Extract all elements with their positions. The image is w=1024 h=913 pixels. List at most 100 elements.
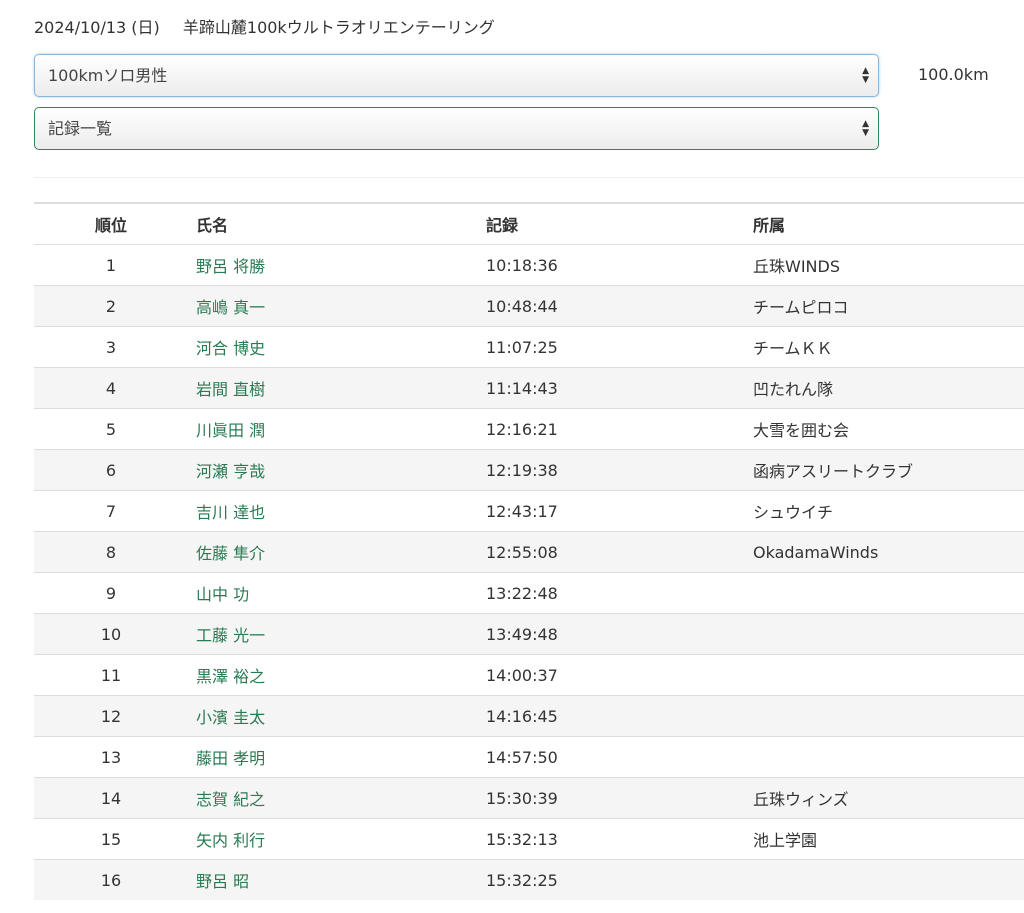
club-cell: シュウイチ <box>745 490 1024 532</box>
runner-name-link[interactable]: 岩間 直樹 <box>196 380 265 399</box>
category-select-value: 100kmソロ男性 <box>48 66 168 85</box>
name-cell: 小濱 圭太 <box>188 695 477 737</box>
rank-cell: 11 <box>34 654 188 696</box>
name-cell: 吉川 達也 <box>188 490 477 532</box>
name-cell: 高嶋 真一 <box>188 285 477 327</box>
name-cell: 岩間 直樹 <box>188 367 477 409</box>
name-cell: 工藤 光一 <box>188 613 477 655</box>
club-cell <box>745 654 1024 696</box>
event-header: 2024/10/13 (日) 羊蹄山麓100kウルトラオリエンテーリング <box>34 14 495 38</box>
runner-name-link[interactable]: 野呂 将勝 <box>196 257 265 276</box>
name-cell: 川眞田 潤 <box>188 408 477 450</box>
name-cell: 黒澤 裕之 <box>188 654 477 696</box>
runner-name-link[interactable]: 黒澤 裕之 <box>196 667 265 686</box>
table-row: 9 山中 功 13:22:48 <box>34 572 1024 614</box>
runner-name-link[interactable]: 河瀬 亨哉 <box>196 462 265 481</box>
club-cell <box>745 613 1024 655</box>
name-cell: 志賀 紀之 <box>188 777 477 819</box>
table-row: 11 黒澤 裕之 14:00:37 <box>34 654 1024 696</box>
view-select[interactable]: 記録一覧 ▲ ▼ <box>34 107 879 150</box>
club-cell: 大雪を囲む会 <box>745 408 1024 450</box>
runner-name-link[interactable]: 山中 功 <box>196 585 249 604</box>
runner-name-link[interactable]: 野呂 昭 <box>196 872 249 891</box>
header-time: 記録 <box>477 202 745 245</box>
time-cell: 14:00:37 <box>477 654 745 696</box>
header-club: 所属 <box>745 202 1024 245</box>
runner-name-link[interactable]: 矢内 利行 <box>196 831 265 850</box>
table-row: 12 小濱 圭太 14:16:45 <box>34 695 1024 737</box>
time-cell: 13:49:48 <box>477 613 745 655</box>
club-cell <box>745 572 1024 614</box>
runner-name-link[interactable]: 川眞田 潤 <box>196 421 265 440</box>
event-name: 羊蹄山麓100kウルトラオリエンテーリング <box>182 18 495 37</box>
time-cell: 12:55:08 <box>477 531 745 573</box>
time-cell: 10:48:44 <box>477 285 745 327</box>
time-cell: 12:16:21 <box>477 408 745 450</box>
name-cell: 矢内 利行 <box>188 818 477 860</box>
results-table: 順位 氏名 記録 所属 1 野呂 将勝 10:18:36 丘珠WINDS 2 高嶋 真一 1… <box>34 202 1024 900</box>
runner-name-link[interactable]: 工藤 光一 <box>196 626 265 645</box>
club-cell <box>745 859 1024 900</box>
runner-name-link[interactable]: 河合 博史 <box>196 339 265 358</box>
rank-cell: 6 <box>34 449 188 491</box>
view-select-value: 記録一覧 <box>48 119 113 138</box>
event-date: 2024/10/13 (日) <box>34 18 160 37</box>
name-cell: 河瀬 亨哉 <box>188 449 477 491</box>
rank-cell: 8 <box>34 531 188 573</box>
rank-cell: 5 <box>34 408 188 450</box>
time-cell: 11:07:25 <box>477 326 745 368</box>
time-cell: 13:22:48 <box>477 572 745 614</box>
table-row: 13 藤田 孝明 14:57:50 <box>34 736 1024 778</box>
table-row: 3 河合 博史 11:07:25 チームＫＫ <box>34 326 1024 368</box>
table-row: 1 野呂 将勝 10:18:36 丘珠WINDS <box>34 244 1024 286</box>
time-cell: 14:16:45 <box>477 695 745 737</box>
time-cell: 15:30:39 <box>477 777 745 819</box>
runner-name-link[interactable]: 佐藤 隼介 <box>196 544 265 563</box>
header-name: 氏名 <box>188 202 477 245</box>
time-cell: 14:57:50 <box>477 736 745 778</box>
time-cell: 15:32:25 <box>477 859 745 900</box>
table-header-row: 順位 氏名 記録 所属 <box>34 202 1024 245</box>
club-cell <box>745 695 1024 737</box>
name-cell: 佐藤 隼介 <box>188 531 477 573</box>
club-cell: 丘珠ウィンズ <box>745 777 1024 819</box>
select-arrows-icon: ▲ ▼ <box>862 118 869 138</box>
results-body: 1 野呂 将勝 10:18:36 丘珠WINDS 2 高嶋 真一 10:48:44 チームピロ… <box>34 244 1024 900</box>
rank-cell: 13 <box>34 736 188 778</box>
name-cell: 野呂 将勝 <box>188 244 477 286</box>
club-cell <box>745 736 1024 778</box>
time-cell: 12:19:38 <box>477 449 745 491</box>
table-row: 10 工藤 光一 13:49:48 <box>34 613 1024 655</box>
time-cell: 10:18:36 <box>477 244 745 286</box>
table-row: 8 佐藤 隼介 12:55:08 OkadamaWinds <box>34 531 1024 573</box>
runner-name-link[interactable]: 志賀 紀之 <box>196 790 265 809</box>
header-rank: 順位 <box>34 202 188 245</box>
rank-cell: 4 <box>34 367 188 409</box>
table-row: 14 志賀 紀之 15:30:39 丘珠ウィンズ <box>34 777 1024 819</box>
table-row: 16 野呂 昭 15:32:25 <box>34 859 1024 900</box>
rank-cell: 9 <box>34 572 188 614</box>
table-row: 15 矢内 利行 15:32:13 池上学園 <box>34 818 1024 860</box>
club-cell: 池上学園 <box>745 818 1024 860</box>
select-arrows-icon: ▲ ▼ <box>862 65 869 85</box>
rank-cell: 2 <box>34 285 188 327</box>
table-row: 4 岩間 直樹 11:14:43 凹たれん隊 <box>34 367 1024 409</box>
runner-name-link[interactable]: 吉川 達也 <box>196 503 265 522</box>
table-row: 7 吉川 達也 12:43:17 シュウイチ <box>34 490 1024 532</box>
time-cell: 11:14:43 <box>477 367 745 409</box>
name-cell: 河合 博史 <box>188 326 477 368</box>
runner-name-link[interactable]: 藤田 孝明 <box>196 749 265 768</box>
runner-name-link[interactable]: 小濱 圭太 <box>196 708 265 727</box>
time-cell: 12:43:17 <box>477 490 745 532</box>
name-cell: 藤田 孝明 <box>188 736 477 778</box>
course-distance: 100.0km <box>918 65 989 84</box>
club-cell: OkadamaWinds <box>745 531 1024 573</box>
rank-cell: 16 <box>34 859 188 900</box>
club-cell: チームピロコ <box>745 285 1024 327</box>
time-cell: 15:32:13 <box>477 818 745 860</box>
table-row: 6 河瀬 亨哉 12:19:38 函病アスリートクラブ <box>34 449 1024 491</box>
category-select[interactable]: 100kmソロ男性 ▲ ▼ <box>34 54 879 97</box>
club-cell: チームＫＫ <box>745 326 1024 368</box>
runner-name-link[interactable]: 高嶋 真一 <box>196 298 265 317</box>
rank-cell: 7 <box>34 490 188 532</box>
